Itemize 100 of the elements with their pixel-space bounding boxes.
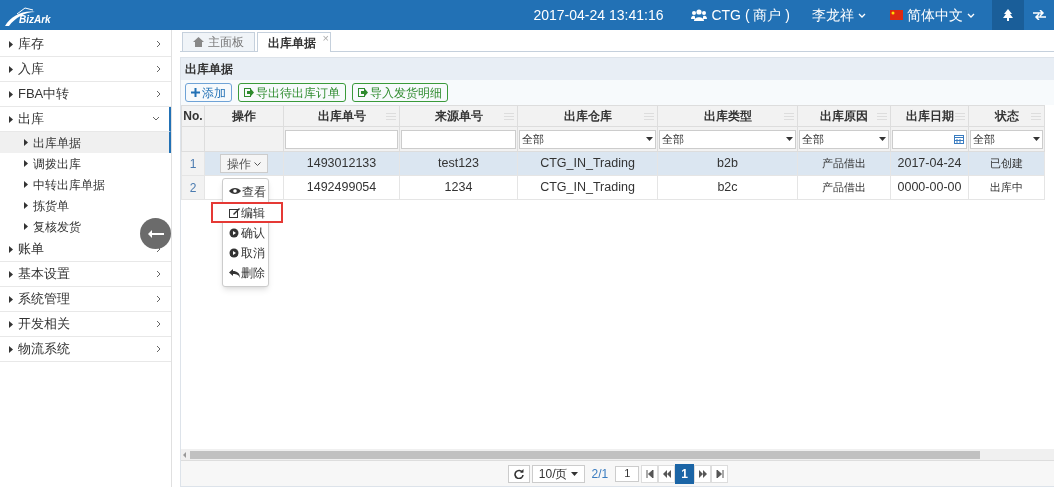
- row-number: 2: [189, 180, 197, 195]
- sidebar-subitem[interactable]: 拣货单: [24, 196, 69, 215]
- arrows-icon: [1032, 10, 1046, 20]
- refresh-button[interactable]: [507, 464, 530, 483]
- last-page-icon: [715, 469, 724, 478]
- filter-field[interactable]: [401, 129, 516, 149]
- last-page-button[interactable]: [711, 464, 729, 483]
- column-header[interactable]: 操作: [232, 109, 256, 123]
- tab[interactable]: 出库单据 ×: [257, 32, 331, 52]
- panel-title: 出库单据: [181, 58, 1054, 80]
- menu-item[interactable]: 取消: [223, 243, 268, 263]
- table-row[interactable]: 1 操作 1493012133 test123 CTG_IN_Trading b2b 产品借出 2017-04-24 已创建: [181, 151, 1045, 176]
- caret-icon: [24, 223, 28, 230]
- calendar-icon: [954, 134, 964, 144]
- caret-icon: [24, 181, 28, 188]
- caret-icon: [9, 320, 13, 328]
- eye-icon: [229, 187, 241, 197]
- tab[interactable]: 主面板: [182, 32, 255, 51]
- sidebar-item[interactable]: 入库: [9, 59, 44, 79]
- caret-icon: [9, 270, 13, 278]
- caret-icon: [9, 90, 13, 98]
- page-button[interactable]: 1: [675, 463, 695, 484]
- table-cell: 2017-04-24: [897, 156, 962, 171]
- tree-button[interactable]: [992, 0, 1024, 30]
- table-cell: test123: [438, 156, 479, 171]
- page-size-dropdown[interactable]: 10/页: [531, 464, 585, 483]
- caret-icon: [24, 202, 28, 209]
- filter-field[interactable]: [285, 129, 398, 149]
- plus-icon: [191, 88, 200, 97]
- table-cell: 产品借出: [822, 157, 866, 170]
- caret-icon: [9, 345, 13, 353]
- filter-dropdown[interactable]: 全部: [970, 129, 1043, 149]
- edit-icon: [229, 207, 240, 218]
- caret-icon: [9, 295, 13, 303]
- table-cell: 产品借出: [822, 181, 866, 194]
- export-button[interactable]: 导出待出库订单: [238, 83, 346, 102]
- caret-icon: [9, 245, 13, 253]
- caret-down-icon: [646, 137, 653, 141]
- users-icon: [691, 9, 708, 21]
- first-page-button[interactable]: [641, 464, 659, 483]
- sign-out-icon: [244, 88, 254, 97]
- table-cell: 1234: [444, 180, 473, 195]
- menu-item[interactable]: 删除: [223, 263, 268, 283]
- reply-icon: [229, 268, 240, 278]
- play-icon: [229, 248, 240, 258]
- table-cell: 1493012133: [306, 156, 377, 171]
- menu-item[interactable]: 编辑: [211, 202, 283, 223]
- action-dropdown-button[interactable]: 操作: [220, 154, 268, 173]
- filter-dropdown[interactable]: 全部: [519, 129, 656, 149]
- sidebar-subitem[interactable]: 复核发货: [24, 217, 81, 236]
- previous-page-button[interactable]: [658, 464, 676, 483]
- export-button[interactable]: 导入发货明细: [352, 83, 448, 102]
- chevron-down-icon: [254, 161, 261, 166]
- play-icon: [229, 228, 240, 238]
- user-menu[interactable]: 李龙祥: [812, 4, 866, 26]
- logo-text: BizArk: [19, 13, 51, 27]
- page-input[interactable]: 1: [615, 465, 640, 482]
- account-menu[interactable]: CTG ( 商户 ): [691, 4, 790, 26]
- caret-icon: [9, 65, 13, 73]
- sidebar-item[interactable]: 开发相关: [9, 314, 70, 334]
- next-page-button[interactable]: [694, 464, 712, 483]
- table-cell: 1492499054: [306, 180, 377, 195]
- first-page-icon: [645, 469, 654, 478]
- sidebar-item[interactable]: FBA中转: [9, 84, 70, 104]
- sidebar-item[interactable]: 基本设置: [9, 264, 70, 284]
- add-button[interactable]: 添加: [185, 83, 232, 102]
- caret-icon: [9, 115, 13, 123]
- caret-down-icon: [1033, 137, 1040, 141]
- table-cell: 0000-00-00: [897, 180, 962, 195]
- table-cell: b2b: [717, 156, 738, 171]
- sidebar-item[interactable]: 账单: [9, 239, 44, 259]
- sidebar-subitem[interactable]: 调拨出库: [24, 154, 81, 173]
- caret-down-icon: [570, 471, 578, 476]
- previous-page-icon: [662, 469, 671, 478]
- filter-dropdown[interactable]: 全部: [799, 129, 889, 149]
- home-icon: [193, 37, 204, 47]
- language-menu[interactable]: 简体中文: [890, 4, 975, 26]
- arrow-left-icon: [147, 229, 164, 238]
- sidebar-item[interactable]: 物流系统: [9, 339, 70, 359]
- sidebar-item[interactable]: 库存: [9, 34, 44, 54]
- page-count: 2/1: [590, 465, 610, 483]
- sidebar-subitem[interactable]: 中转出库单据: [24, 175, 105, 194]
- date-field[interactable]: [892, 129, 967, 149]
- caret-down-icon: [786, 137, 793, 141]
- date-time: 2017-04-24 13:41:16: [533, 5, 664, 25]
- sidebar-item[interactable]: 系统管理: [9, 289, 70, 309]
- row-number: 1: [189, 156, 197, 171]
- filter-dropdown[interactable]: 全部: [659, 129, 796, 149]
- sign-out-icon: [358, 88, 368, 97]
- collapse-sidebar-button[interactable]: [140, 218, 171, 249]
- caret-icon: [24, 139, 28, 146]
- menu-item[interactable]: 确认: [223, 223, 268, 243]
- sidebar-item[interactable]: 出库: [9, 109, 44, 129]
- chevron-down-icon: [967, 12, 975, 18]
- tree-icon: [1003, 9, 1013, 21]
- chevron-down-icon: [858, 12, 866, 18]
- horizontal-scrollbar[interactable]: [181, 449, 1054, 460]
- table-cell: 出库中: [990, 181, 1023, 194]
- next-page-icon: [698, 469, 707, 478]
- table-cell: CTG_IN_Trading: [540, 180, 635, 195]
